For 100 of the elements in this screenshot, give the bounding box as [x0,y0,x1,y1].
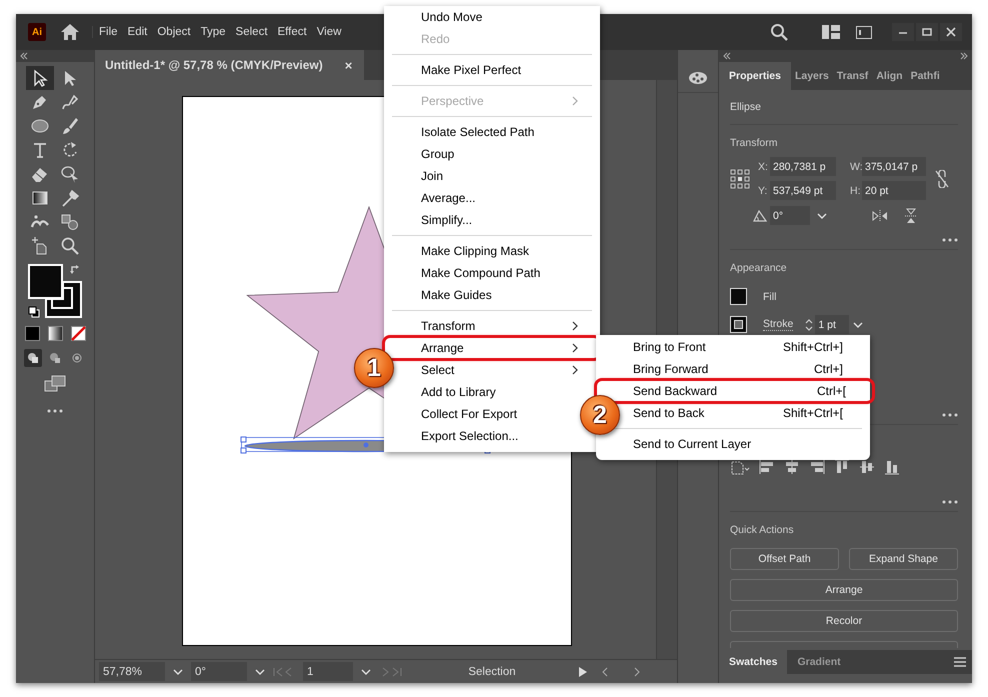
align-to-icon[interactable] [730,459,750,475]
align-middle-icon[interactable] [859,459,875,475]
maximize-button[interactable] [916,23,938,41]
rotation-field[interactable]: 0° [191,662,247,681]
play-icon[interactable] [579,666,587,676]
menu-item[interactable]: Isolate Selected Path [384,121,600,143]
tool-button[interactable] [26,66,54,90]
flip-vertical-icon[interactable] [905,208,917,224]
menu-item[interactable]: Make Pixel Perfect [384,59,600,81]
menu-item[interactable]: Transform [384,315,600,337]
align-center-icon[interactable] [784,459,800,475]
menu-item[interactable]: Group [384,143,600,165]
menu-item[interactable]: Make Guides [384,284,600,306]
menu-item[interactable]: Type [196,26,231,38]
field-label: H: [850,184,862,196]
palette-icon[interactable] [688,69,708,85]
none-swatch-icon[interactable] [70,326,86,341]
more-options-icon[interactable] [942,500,958,504]
align-left-icon[interactable] [759,459,775,475]
scroll-arrows-icon[interactable] [601,666,641,676]
panel-tab[interactable]: Transf [832,62,872,90]
panel-tab[interactable]: Layers [790,62,833,90]
quick-action-button[interactable]: Expand Shape [849,548,958,570]
chevron-right-icon [572,96,578,106]
draw-mode-icon [48,351,62,365]
fill-swatch[interactable] [730,288,747,305]
unlinked-chain-icon[interactable] [935,170,949,188]
quick-action-button[interactable]: Offset Path [730,548,839,570]
caret-icon[interactable] [817,212,827,218]
menu-item[interactable]: File [94,26,123,38]
menu-item[interactable]: Select [230,26,273,38]
stroke-weight-field[interactable]: 1 pt [815,315,850,334]
menu-item[interactable]: Make Compound Path [384,262,600,284]
align-right-icon[interactable] [809,459,825,475]
screen-mode-icon[interactable] [856,26,872,38]
collapse-icon[interactable] [723,52,731,60]
reference-point-icon[interactable] [730,168,750,188]
more-options-icon[interactable] [942,238,958,242]
stroke-swatch[interactable] [730,316,747,333]
caret-icon[interactable] [255,668,265,674]
align-top-icon[interactable] [834,459,850,475]
swap-arrow-icon[interactable] [70,264,81,275]
y-field[interactable]: 537,549 pt [770,181,836,200]
panel-tab[interactable]: Swatches [719,650,788,674]
panel-tab[interactable]: Properties [719,62,791,90]
field-label: W: [850,160,862,172]
more-icon[interactable] [47,409,63,413]
screen-mode-icon[interactable] [44,375,66,393]
caret-icon[interactable] [173,668,183,674]
curved-pen-icon [60,92,80,112]
draw-mode-button[interactable] [24,349,42,367]
collapse-icon[interactable] [20,52,28,60]
menu-item[interactable]: Effect [272,26,312,38]
gradient-swatch[interactable] [48,326,62,341]
stroke-link[interactable]: Stroke [763,318,794,331]
menu-item[interactable]: Average... [384,187,600,209]
caret-icon[interactable] [853,322,864,328]
panel-tab[interactable]: Pathfi [906,62,944,90]
search-icon[interactable] [770,23,788,41]
angle-field[interactable]: 0° [770,206,810,225]
x-field[interactable]: 280,7381 p [770,157,836,176]
menu-item[interactable]: Edit [122,26,152,38]
menu-item[interactable]: Simplify... [384,209,600,231]
app-logo: Ai [28,23,46,41]
panel-tab[interactable]: Align [872,62,907,90]
menu-item[interactable]: Undo Move [384,6,600,28]
more-options-icon[interactable] [942,413,958,417]
menu-item[interactable]: Make Clipping Mask [384,240,600,262]
angle-icon [753,210,767,222]
quick-action-button[interactable]: Recolor [730,610,958,632]
chevron-right-icon [572,321,578,331]
blend-icon [60,212,80,232]
close-tab-button[interactable]: × [344,58,352,72]
width-field[interactable]: 375,0147 p [862,157,926,176]
minimize-button[interactable] [892,23,914,41]
menu-item[interactable]: View [312,26,346,38]
height-field[interactable]: 20 pt [862,181,926,200]
close-button[interactable] [940,23,962,41]
artboard-field[interactable]: 1 [303,662,353,681]
flip-horizontal-icon[interactable] [872,210,888,222]
fill-label: Fill [763,290,776,302]
expand-icon[interactable] [960,52,968,60]
panel-tab[interactable]: Gradient [787,650,851,674]
home-icon[interactable] [60,23,80,41]
menu-item[interactable]: Join [384,165,600,187]
quick-action-button[interactable]: Arrange [730,579,958,601]
section-title: Quick Actions [730,524,795,536]
document-tab[interactable]: Untitled-1* @ 57,78 % (CMYK/Preview) × [95,50,364,80]
stepper-icon[interactable] [805,318,814,332]
workspace-layout-icon[interactable] [822,25,840,39]
caret-icon[interactable] [361,668,371,674]
menu-item[interactable]: Bring Forward Ctrl+] [596,358,870,380]
align-bottom-icon[interactable] [884,459,900,475]
menu-icon[interactable] [954,657,966,667]
eyedropper-icon [60,188,80,208]
default-colors-icon[interactable] [28,306,40,318]
shape-builder-icon [60,164,80,184]
zoom-field[interactable]: 57,78% [99,662,165,681]
menu-item[interactable]: Object [152,26,196,38]
color-swatch[interactable] [24,326,40,341]
